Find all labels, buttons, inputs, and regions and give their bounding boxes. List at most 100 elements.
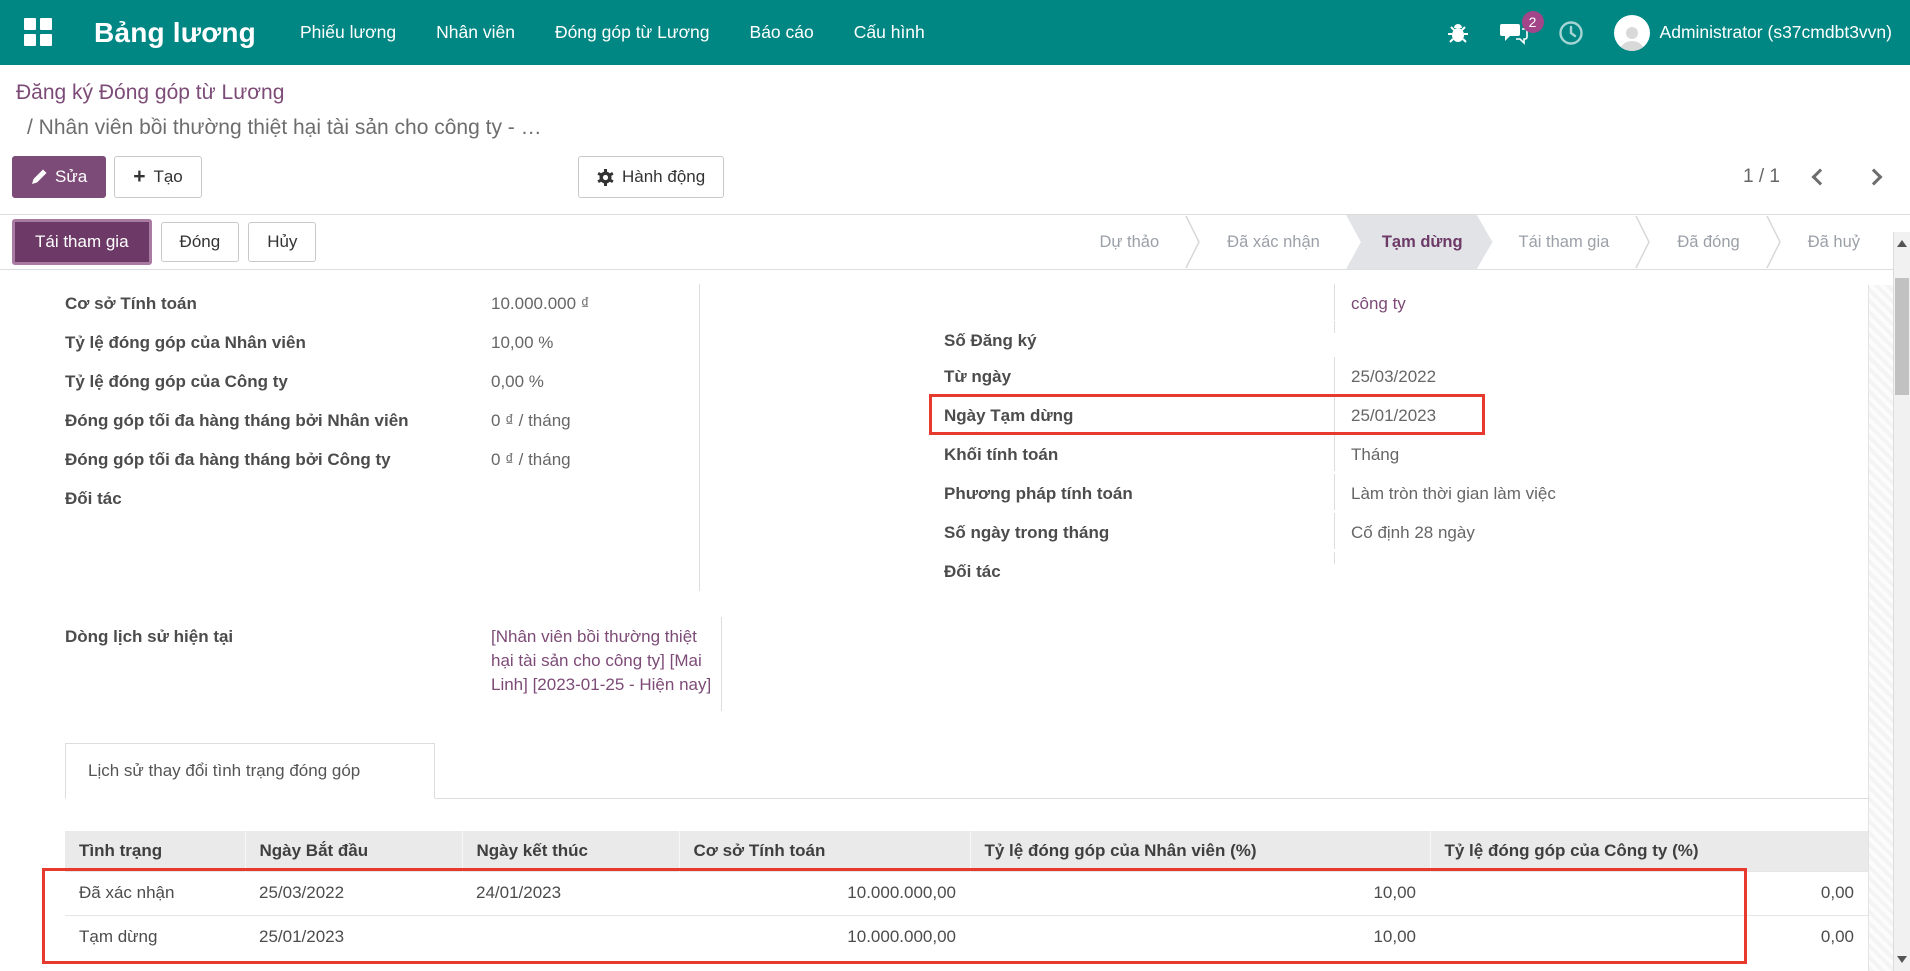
reengage-button[interactable]: Tái tham gia [12, 219, 152, 265]
field-label-tu-ngay: Từ ngày [944, 357, 1334, 393]
status-step-da-huy[interactable]: Đã huỷ [1782, 215, 1886, 270]
field-label-ty-le-nhan-vien: Tỷ lệ đóng góp của Nhân viên [65, 323, 475, 359]
menu-item-nhan-vien[interactable]: Nhân viên [436, 22, 515, 43]
field-value-so-ngay: Cố định 28 ngày [1334, 513, 1868, 549]
breadcrumb-parent-link[interactable]: Đăng ký Đóng góp từ Lương [16, 81, 1894, 105]
cell-tinh-trang: Tạm dừng [65, 915, 245, 959]
field-value-toi-da-nhan-vien: 0 ₫ / tháng [475, 401, 699, 437]
field-value-doi-tac-trai [475, 479, 699, 491]
pencil-icon [31, 169, 47, 185]
field-value-khoi-tinh-toan: Tháng [1334, 435, 1868, 471]
step-separator-icon [1635, 215, 1651, 270]
col-header-ngay-ket-thuc[interactable]: Ngày kết thúc [462, 831, 679, 871]
tab-lich-su-thay-doi[interactable]: Lịch sử thay đổi tình trạng đóng góp [65, 743, 435, 799]
status-step-da-dong[interactable]: Đã đóng [1651, 215, 1765, 270]
menu-item-cau-hinh[interactable]: Cấu hình [854, 22, 925, 43]
field-value-ty-le-cong-ty: 0,00 % [475, 362, 699, 398]
cell-ngay-bat-dau: 25/01/2023 [245, 915, 462, 959]
pager-prev-icon[interactable] [1812, 169, 1829, 186]
action-button-row: Sửa + Tạo Hành động 1 / 1 [0, 155, 1910, 199]
status-steps: Dự thảo Đã xác nhận Tạm dừng Tái tham gi… [1074, 215, 1887, 270]
avatar [1614, 15, 1650, 51]
field-value-phuong-phap: Làm tròn thời gian làm việc [1334, 474, 1868, 510]
col-header-tinh-trang[interactable]: Tình trạng [65, 831, 245, 871]
close-button[interactable]: Đóng [161, 222, 240, 262]
col-header-ngay-bat-dau[interactable]: Ngày Bắt đầu [245, 831, 462, 871]
table-header-row: Tình trạng Ngày Bắt đầu Ngày kết thúc Cơ… [65, 831, 1868, 871]
field-label-ty-le-cong-ty: Tỷ lệ đóng góp của Công ty [65, 362, 475, 398]
cell-ty-le-nv: 10,00 [970, 915, 1430, 959]
field-label-toi-da-nhan-vien: Đóng góp tối đa hàng tháng bởi Nhân viên [65, 401, 475, 437]
pager-next-icon[interactable] [1866, 169, 1883, 186]
field-value-so-dang-ky [1334, 321, 1868, 333]
status-step-da-xac-nhan[interactable]: Đã xác nhận [1201, 215, 1346, 270]
history-line-row: Dòng lịch sử hiện tại [Nhân viên bồi thư… [65, 617, 722, 711]
create-button[interactable]: + Tạo [114, 156, 202, 198]
history-table: Tình trạng Ngày Bắt đầu Ngày kết thúc Cơ… [65, 831, 1868, 959]
cancel-button[interactable]: Hủy [248, 222, 316, 262]
table-row[interactable]: Tạm dừng 25/01/2023 10.000.000,00 10,00 … [65, 915, 1868, 959]
top-navbar: Bảng lương Phiếu lương Nhân viên Đóng gó… [0, 0, 1910, 65]
messages-icon[interactable]: 2 [1500, 21, 1528, 45]
notebook-tabstrip: Lịch sử thay đổi tình trạng đóng góp [65, 743, 1868, 799]
menu-item-bao-cao[interactable]: Báo cáo [750, 22, 814, 43]
vertical-scrollbar[interactable] [1893, 232, 1910, 971]
sheet-edge-pattern [1868, 285, 1893, 971]
pager-count: 1 / 1 [1743, 166, 1780, 188]
scroll-down-icon[interactable] [1897, 956, 1907, 963]
messages-badge: 2 [1522, 11, 1544, 33]
status-step-tam-dung[interactable]: Tạm dừng [1346, 215, 1493, 270]
field-label-so-ngay: Số ngày trong tháng [944, 513, 1334, 549]
scroll-up-icon[interactable] [1897, 240, 1907, 247]
field-label-co-so-tinh-toan: Cơ sở Tính toán [65, 284, 475, 320]
field-label-toi-da-cong-ty: Đóng góp tối đa hàng tháng bởi Công ty [65, 440, 475, 476]
user-name: Administrator (s37cmdbt3vvn) [1660, 22, 1892, 43]
col-header-ty-le-cong-ty[interactable]: Tỷ lệ đóng góp của Công ty (%) [1430, 831, 1868, 871]
form-group-right: công ty Số Đăng ký Từ ngày 25/03/2022 Ng… [944, 284, 1868, 591]
plus-icon: + [133, 169, 145, 185]
form-group-left: Cơ sở Tính toán 10.000.000 ₫ Tỷ lệ đóng … [65, 284, 700, 591]
cell-ty-le-nv: 10,00 [970, 871, 1430, 915]
cell-co-so: 10.000.000,00 [679, 915, 970, 959]
cell-co-so: 10.000.000,00 [679, 871, 970, 915]
cell-ngay-ket-thuc: 24/01/2023 [462, 871, 679, 915]
field-value-cong-ty-partial[interactable]: công ty [1334, 284, 1868, 320]
action-menu-button[interactable]: Hành động [578, 156, 724, 198]
bug-icon[interactable] [1446, 21, 1470, 45]
field-value-ty-le-nhan-vien: 10,00 % [475, 323, 699, 359]
col-header-co-so-tinh-toan[interactable]: Cơ sở Tính toán [679, 831, 970, 871]
apps-grid-icon[interactable] [24, 18, 54, 48]
field-label-ngay-tam-dung: Ngày Tạm dừng [944, 396, 1334, 432]
field-label-so-dang-ky: Số Đăng ký [944, 321, 1334, 357]
field-value-dong-lich-su[interactable]: [Nhân viên bồi thường thiệt hại tài sản … [475, 617, 721, 701]
field-value-toi-da-cong-ty: 0 ₫ / tháng [475, 440, 699, 476]
main-menu: Phiếu lương Nhân viên Đóng góp từ Lương … [300, 22, 925, 43]
user-menu[interactable]: Administrator (s37cmdbt3vvn) [1614, 15, 1892, 51]
clock-icon[interactable] [1558, 20, 1584, 46]
cell-ngay-bat-dau: 25/03/2022 [245, 871, 462, 915]
edit-button[interactable]: Sửa [12, 156, 106, 198]
app-title[interactable]: Bảng lương [94, 17, 256, 49]
field-value-ngay-tam-dung: 25/01/2023 [1334, 396, 1868, 432]
breadcrumb-current: / Nhân viên bồi thường thiệt hại tài sản… [16, 116, 1894, 140]
menu-item-dong-gop[interactable]: Đóng góp từ Lương [555, 22, 710, 43]
col-header-ty-le-nhan-vien[interactable]: Tỷ lệ đóng góp của Nhân viên (%) [970, 831, 1430, 871]
gear-icon [597, 169, 614, 186]
step-separator-icon [1766, 215, 1782, 270]
menu-item-phieu-luong[interactable]: Phiếu lương [300, 22, 396, 43]
status-step-du-thao[interactable]: Dự thảo [1074, 215, 1186, 270]
field-value-tu-ngay: 25/03/2022 [1334, 357, 1868, 393]
field-value-co-so-tinh-toan: 10.000.000 ₫ [475, 284, 699, 320]
cell-ngay-ket-thuc [462, 915, 679, 959]
step-separator-icon [1185, 215, 1201, 270]
cell-ty-le-ct: 0,00 [1430, 915, 1868, 959]
scrollbar-thumb[interactable] [1895, 278, 1909, 395]
statusbar: Tái tham gia Đóng Hủy Dự thảo Đã xác nhậ… [0, 214, 1910, 270]
status-step-tai-tham-gia[interactable]: Tái tham gia [1493, 215, 1636, 270]
field-label-khoi-tinh-toan: Khối tính toán [944, 435, 1334, 471]
field-label-dong-lich-su: Dòng lịch sử hiện tại [65, 617, 475, 701]
field-label-doi-tac-trai: Đối tác [65, 479, 475, 515]
field-label-phuong-phap: Phương pháp tính toán [944, 474, 1334, 510]
cell-tinh-trang: Đã xác nhận [65, 871, 245, 915]
table-row[interactable]: Đã xác nhận 25/03/2022 24/01/2023 10.000… [65, 871, 1868, 915]
